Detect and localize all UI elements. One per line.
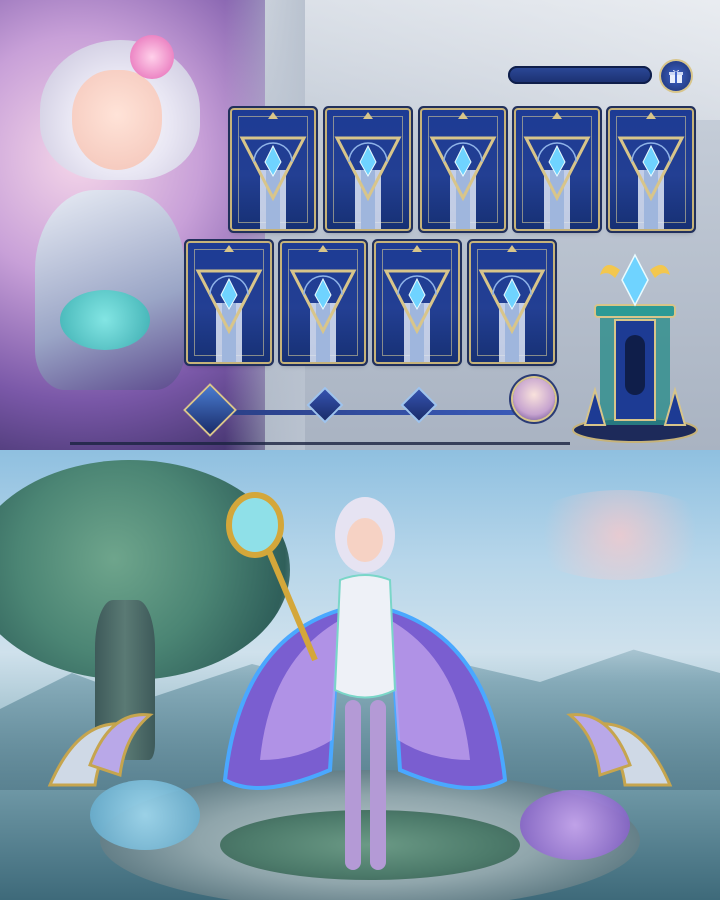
card-slot[interactable] — [327, 110, 409, 229]
event-board — [0, 0, 720, 450]
hero-full-body-model[interactable] — [220, 490, 510, 890]
crystal-card-back-icon — [383, 245, 451, 362]
hero-face — [72, 70, 162, 170]
crystal-flowers-left — [90, 780, 200, 850]
crystal-card-back-icon — [289, 245, 357, 362]
mask-milestone-icon — [403, 389, 435, 421]
crystal-card-back-icon — [617, 112, 685, 229]
crystal-pedestal-reward-icon[interactable] — [570, 250, 700, 445]
sunset-clouds — [520, 490, 720, 580]
hero-showcase-scene — [0, 450, 720, 900]
flower-ornament — [130, 35, 174, 79]
hero-splash-art — [0, 0, 305, 450]
crystal-card-back-icon — [334, 112, 402, 229]
card-slot[interactable] — [376, 243, 458, 362]
crystal-card-back-icon — [195, 245, 263, 362]
gold-ornament-right — [566, 713, 673, 787]
card-slot[interactable] — [610, 110, 692, 229]
hero-portrait-reward-icon[interactable] — [513, 378, 555, 420]
crystal-card-back-icon — [478, 245, 546, 362]
crystal-card-back-icon — [523, 112, 591, 229]
divider — [70, 442, 570, 445]
crystal-card-back-icon — [239, 112, 307, 229]
crystal-flowers-right — [520, 790, 630, 860]
gift-icon — [669, 69, 683, 83]
card-slot[interactable] — [188, 243, 270, 362]
milestone-track — [218, 410, 518, 415]
card-slot[interactable] — [516, 110, 598, 229]
crystal-card-back-icon — [429, 112, 497, 229]
card-slot[interactable] — [282, 243, 364, 362]
card-slot[interactable] — [232, 110, 314, 229]
card-slot[interactable] — [422, 110, 504, 229]
gift-button[interactable] — [661, 61, 691, 91]
mask-milestone-icon — [309, 389, 341, 421]
butterfly-ornament — [60, 290, 150, 350]
card-slot[interactable] — [471, 243, 553, 362]
reward-progress-bar — [508, 66, 652, 84]
